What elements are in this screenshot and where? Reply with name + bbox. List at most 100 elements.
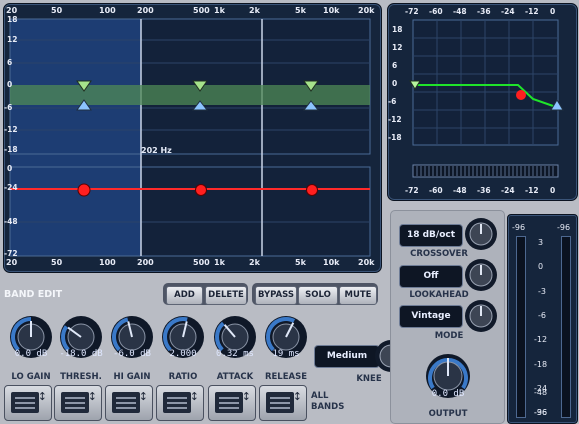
band-slot-button[interactable]: ↕ <box>156 385 204 421</box>
knob-label: HI GAIN <box>113 372 151 382</box>
knee-label: KNEE <box>356 374 382 384</box>
transfer-tick-bottom: -36 <box>477 186 491 195</box>
freq-tick-bottom: 100 <box>99 258 116 267</box>
knob-value: 2.000 <box>169 349 197 359</box>
gain-tick-upper: -12 <box>4 125 18 134</box>
updown-arrow-icon: ↕ <box>87 390 97 403</box>
knob-value: -18.0 dB <box>59 349 103 359</box>
eq-graph[interactable] <box>4 4 381 272</box>
updown-arrow-icon: ↕ <box>241 390 251 403</box>
transfer-tick-bottom: -12 <box>525 186 539 195</box>
meter-scale-tick: -48 <box>534 388 548 397</box>
attack-knob[interactable]: 0.32 ms <box>212 314 258 360</box>
release-knob[interactable]: 19 ms <box>263 314 309 360</box>
gain-tick-upper: 0 <box>7 80 13 89</box>
gain-tick-lower: 0 <box>7 164 13 173</box>
freq-tick-bottom: 2k <box>249 258 260 267</box>
gain-tick-upper: -18 <box>4 145 18 154</box>
band-edit-title: BAND EDIT <box>4 289 63 300</box>
freq-tick-bottom: 50 <box>51 258 63 267</box>
band-slot-button[interactable]: ↕ <box>4 385 52 421</box>
mode-knob[interactable] <box>463 298 499 334</box>
eq-display-panel[interactable]: 202 Hz 20 20 50 50 100 100 200 200 500 500 1k 1k 2k 2… <box>3 3 382 273</box>
slot-icon <box>11 392 39 413</box>
freq-tick-top: 2k <box>249 6 260 15</box>
transfer-curve-panel[interactable]: -72 -72 -60 -60 -48 -48 -36 -36 -24 -24 -12 -12 0 0 18… <box>387 3 578 201</box>
threshold-knob[interactable]: -18.0 dB <box>58 314 104 360</box>
transfer-tick-left: 12 <box>392 43 403 52</box>
updown-arrow-icon: ↕ <box>292 390 302 403</box>
transfer-tick-left: -6 <box>388 97 397 106</box>
freq-tick-bottom: 10k <box>323 258 340 267</box>
lookahead-select[interactable]: Off <box>399 265 463 288</box>
crossover-knob[interactable] <box>463 216 499 252</box>
output-value: 0.0 dB <box>431 389 465 399</box>
meter-scale-tick: -6 <box>538 311 546 320</box>
freq-tick-top: 10k <box>323 6 340 15</box>
meter-scale-tick: -96 <box>534 408 548 417</box>
freq-tick-top: 500 <box>193 6 210 15</box>
knob-value: -6.0 dB <box>113 349 151 359</box>
mute-button[interactable]: MUTE <box>339 286 377 305</box>
gain-tick-lower: -24 <box>4 183 18 192</box>
freq-tick-top: 20 <box>6 6 18 15</box>
gain-range-band <box>10 85 370 105</box>
band-slot-button[interactable]: ↕ <box>105 385 153 421</box>
freq-tick-top: 100 <box>99 6 116 15</box>
freq-tick-bottom: 5k <box>295 258 306 267</box>
peak-left: -96 <box>512 223 526 232</box>
knob-value: 0.32 ms <box>216 349 254 359</box>
band1-threshold-handle[interactable] <box>77 183 91 197</box>
mode-label: MODE <box>434 331 464 341</box>
transfer-tick-bottom: -24 <box>501 186 515 195</box>
crossover-select[interactable]: 18 dB/oct <box>399 224 463 247</box>
lookahead-knob[interactable] <box>463 257 499 293</box>
transfer-tick-top: -24 <box>501 7 515 16</box>
add-button[interactable]: ADD <box>166 286 203 305</box>
gain-tick-lower: -48 <box>4 217 18 226</box>
freq-tick-bottom: 200 <box>137 258 154 267</box>
band2-threshold-handle[interactable] <box>195 184 207 196</box>
freq-tick-bottom: 20k <box>358 258 375 267</box>
freq-tick-bottom: 500 <box>193 258 210 267</box>
slot-icon <box>61 392 89 413</box>
band-slot-button[interactable]: ↕ <box>208 385 256 421</box>
gain-tick-lower: -72 <box>4 249 18 258</box>
solo-button[interactable]: SOLO <box>298 286 338 305</box>
freq-tick-top: 20k <box>358 6 375 15</box>
mode-select[interactable]: Vintage <box>399 305 463 328</box>
freq-tick-top: 1k <box>214 6 225 15</box>
lo-gain-knob[interactable]: 0.0 dB <box>8 314 54 360</box>
ratio-knob[interactable]: 2.000 <box>160 314 206 360</box>
knee-select[interactable]: Medium <box>314 345 380 368</box>
transfer-tick-left: 18 <box>392 25 403 34</box>
slot-icon <box>163 392 191 413</box>
updown-arrow-icon: ↕ <box>37 390 47 403</box>
slot-icon <box>112 392 140 413</box>
transfer-threshold-dot <box>516 90 526 100</box>
band3-threshold-handle[interactable] <box>306 184 318 196</box>
hi-gain-knob[interactable]: -6.0 dB <box>109 314 155 360</box>
transfer-tick-top: -72 <box>405 7 419 16</box>
output-knob[interactable]: 0.0 dB <box>424 352 472 400</box>
bypass-button[interactable]: BYPASS <box>255 286 297 305</box>
transfer-tick-top: -12 <box>525 7 539 16</box>
transfer-tick-left: -18 <box>388 133 402 142</box>
knob-value: 19 ms <box>272 349 300 359</box>
transfer-tick-bottom: 0 <box>550 186 556 195</box>
updown-arrow-icon: ↕ <box>189 390 199 403</box>
meter-bar-left <box>516 236 526 418</box>
freq-tick-top: 200 <box>137 6 154 15</box>
transfer-tick-left: 0 <box>392 79 398 88</box>
meter-scale-tick: 0 <box>538 262 544 271</box>
freq-tick-bottom: 20 <box>6 258 18 267</box>
transfer-tick-bottom: -60 <box>429 186 443 195</box>
freq-tick-bottom: 1k <box>214 258 225 267</box>
band-slot-button[interactable]: ↕ <box>259 385 307 421</box>
cursor-freq-readout: 202 Hz <box>141 146 172 155</box>
transfer-graph <box>409 19 564 178</box>
band-slot-button[interactable]: ↕ <box>54 385 102 421</box>
all-bands-label: ALL BANDS <box>311 391 345 412</box>
delete-button[interactable]: DELETE <box>205 286 247 305</box>
slot-icon <box>215 392 243 413</box>
